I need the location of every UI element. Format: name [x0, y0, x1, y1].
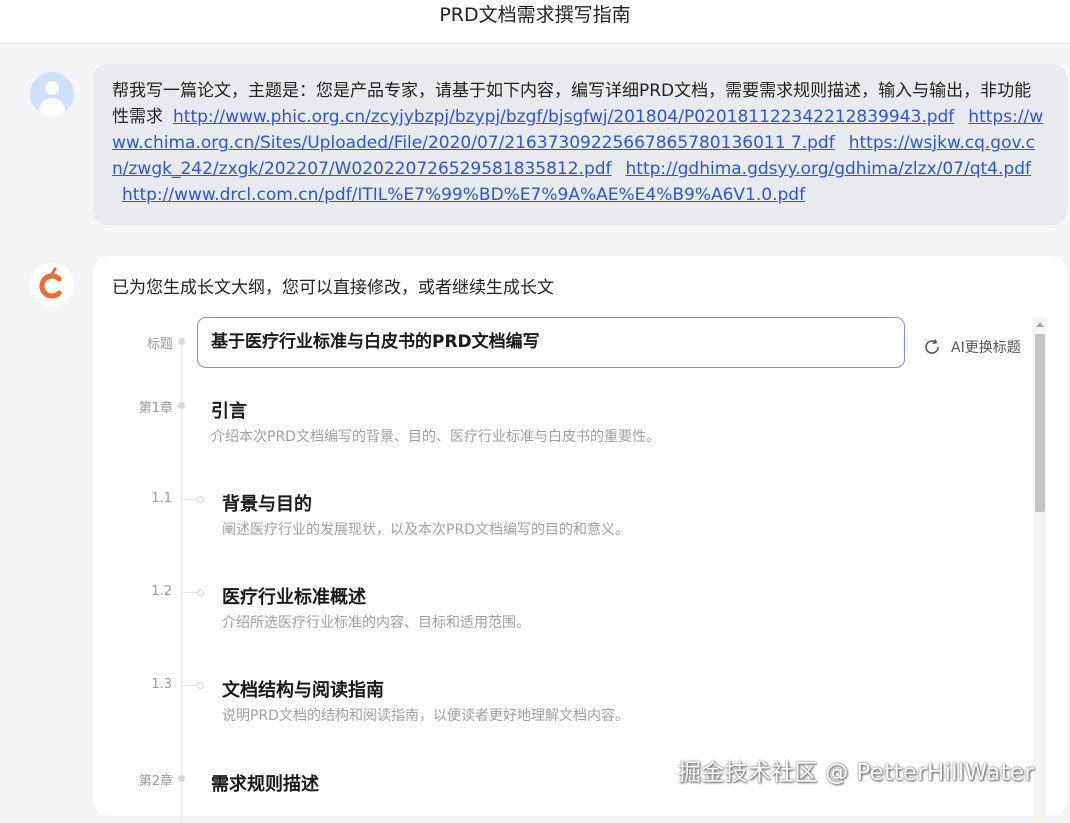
user-message-bubble: 帮我写一篇论文，主题是：您是产品专家，请基于如下内容，编写详细PRD文档，需要需…	[93, 64, 1067, 225]
timeline-dot	[197, 589, 204, 596]
ai-change-title-label: AI更换标题	[951, 340, 1021, 356]
section-title[interactable]: 医疗行业标准概述	[222, 583, 366, 609]
chapter-label: 第1章	[138, 401, 173, 416]
scroll-up-arrow-icon[interactable]	[1036, 322, 1044, 327]
timeline-dot	[197, 496, 204, 503]
section-desc[interactable]: 介绍所选医疗行业标准的内容、目标和适用范围。	[222, 612, 530, 632]
chapter-title[interactable]: 引言	[211, 397, 247, 423]
title-label: 标题	[146, 337, 173, 352]
title-input[interactable]: 基于医疗行业标准与白皮书的PRD文档编写	[197, 317, 905, 368]
chapter-title[interactable]: 需求规则描述	[211, 770, 319, 796]
chapter-desc[interactable]: 介绍本次PRD文档编写的背景、目的、医疗行业标准与白皮书的重要性。	[211, 426, 660, 446]
section-label: 1.2	[151, 584, 172, 599]
scrollbar-thumb[interactable]	[1035, 334, 1045, 512]
timeline-dot	[178, 338, 185, 345]
source-link[interactable]: http://www.phic.org.cn/zcyjybzpj/bzypj/b…	[173, 107, 954, 127]
timeline-dot	[178, 402, 185, 409]
section-desc[interactable]: 阐述医疗行业的发展现状，以及本次PRD文档编写的目的和意义。	[222, 519, 629, 539]
outline-timeline	[181, 341, 182, 821]
page-title: PRD文档需求撰写指南	[0, 0, 1070, 44]
orange-c-logo-icon	[39, 267, 62, 299]
outline-scrollbar[interactable]	[1033, 318, 1046, 823]
section-label: 1.3	[151, 677, 172, 692]
section-label: 1.1	[151, 491, 172, 506]
section-desc[interactable]: 说明PRD文档的结构和阅读指南，以便读者更好地理解文档内容。	[222, 705, 629, 725]
ai-change-title-button[interactable]: AI更换标题	[923, 337, 1021, 357]
section-title[interactable]: 背景与目的	[222, 490, 312, 516]
timeline-branch	[182, 499, 198, 500]
section-title[interactable]: 文档结构与阅读指南	[222, 676, 384, 702]
source-link[interactable]: http://www.drcl.com.cn/pdf/ITIL%E7%99%BD…	[122, 185, 805, 205]
user-avatar	[30, 72, 74, 116]
bot-avatar	[30, 263, 74, 307]
timeline-branch	[182, 592, 198, 593]
refresh-icon	[925, 339, 939, 354]
bot-intro-text: 已为您生成长文大纲，您可以直接修改，或者继续生成长文	[112, 278, 554, 298]
watermark: 掘金技术社区 @ PetterHillWater	[678, 760, 1035, 786]
outline-panel: 已为您生成长文大纲，您可以直接修改，或者继续生成长文 标题 基于医疗行业标准与白…	[93, 256, 1067, 823]
timeline-dot	[178, 775, 185, 782]
source-link[interactable]: http://gdhima.gdsyy.org/gdhima/zlzx/07/q…	[626, 159, 1031, 179]
chapter-label: 第2章	[138, 774, 173, 789]
timeline-branch	[182, 685, 198, 686]
timeline-dot	[197, 682, 204, 689]
